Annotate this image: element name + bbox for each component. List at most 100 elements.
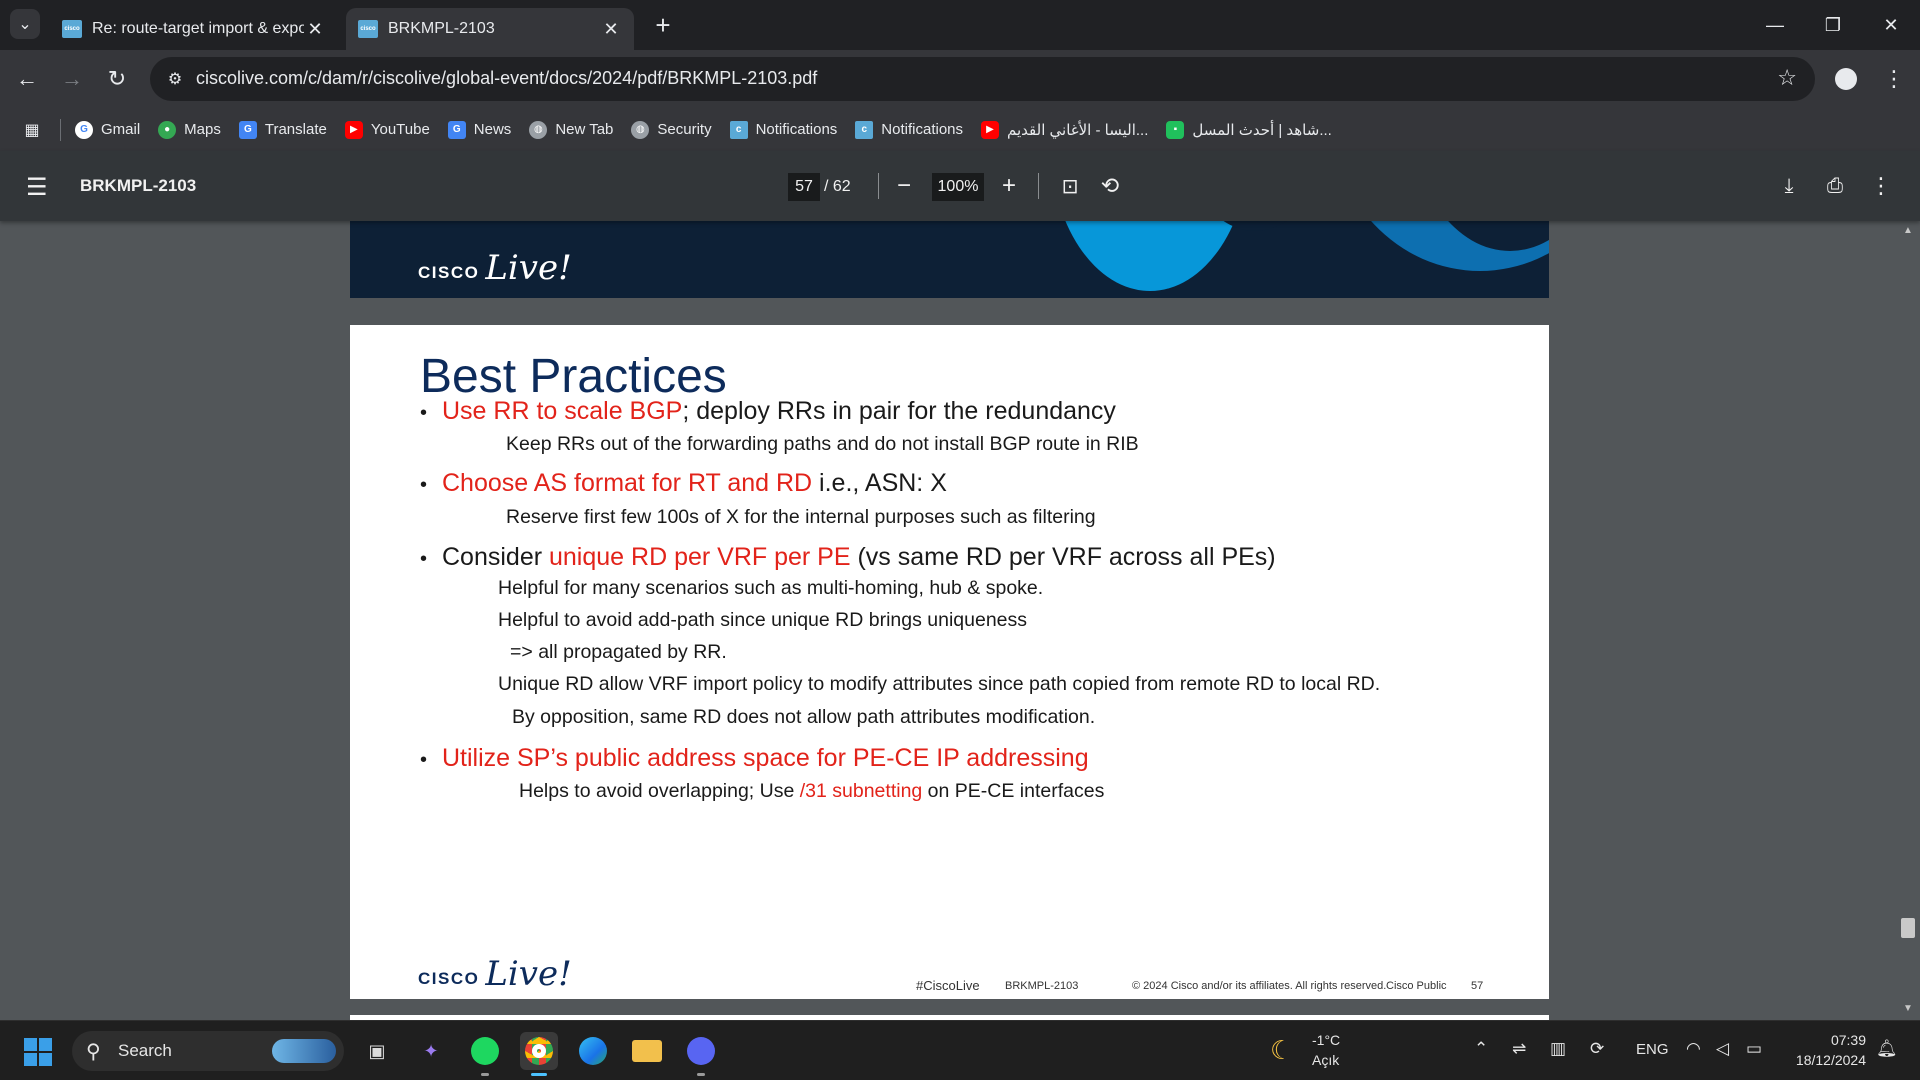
bullet-icon: • xyxy=(420,548,428,570)
sync-icon[interactable]: ⟳ xyxy=(1590,1039,1604,1059)
bookmark-security[interactable]: ◍ Security xyxy=(631,120,712,139)
browser-menu-button[interactable]: ⋮ xyxy=(1878,63,1910,95)
restore-button[interactable]: ❐ xyxy=(1804,0,1862,50)
tab-title: Re: route-target import & export xyxy=(92,20,304,37)
page-number-input[interactable]: 57 xyxy=(788,173,820,201)
bookmark-news[interactable]: G News xyxy=(447,120,512,139)
footer-classification: Cisco Public xyxy=(1386,980,1447,992)
reload-button[interactable]: ↻ xyxy=(100,62,134,96)
bookmark-star-icon[interactable]: ☆ xyxy=(1777,65,1797,91)
bookmark-gmail[interactable]: G Gmail xyxy=(75,120,140,139)
close-icon[interactable]: ✕ xyxy=(304,19,326,40)
sub-point: Helpful for many scenarios such as multi… xyxy=(498,577,1044,599)
rotate-icon: ⟲ xyxy=(1100,173,1120,198)
tab-strip: ⌄ cisco Re: route-target import & export… xyxy=(0,0,1920,50)
logo-cisco-text: CISCO xyxy=(418,969,480,988)
profile-button[interactable] xyxy=(1830,63,1862,95)
taskbar-search[interactable]: ⚲ Search xyxy=(72,1031,344,1071)
clock-time[interactable]: 07:39 xyxy=(1806,1032,1866,1048)
bullet-icon: • xyxy=(420,402,428,424)
edge-app[interactable] xyxy=(574,1032,612,1070)
weather-description[interactable]: Açık xyxy=(1312,1052,1339,1068)
pdf-more-button[interactable]: ⋮ xyxy=(1864,169,1898,203)
sub-text: on PE-CE interfaces xyxy=(922,780,1105,802)
clock-date[interactable]: 18/12/2024 xyxy=(1786,1052,1866,1068)
tab-search-button[interactable]: ⌄ xyxy=(10,9,40,39)
scroll-down-icon[interactable]: ▼ xyxy=(1903,1003,1913,1014)
fit-page-button[interactable]: ⊡ xyxy=(1053,169,1087,203)
task-view-app[interactable]: ▣ xyxy=(358,1032,396,1070)
close-window-button[interactable]: ✕ xyxy=(1862,0,1920,50)
minimize-icon: — xyxy=(1766,14,1784,35)
bookmark-elissa[interactable]: ▶ اليسا - الأغاني القديم... xyxy=(981,120,1148,139)
bullet-icon: • xyxy=(420,474,428,496)
address-bar[interactable]: ⚙ ciscolive.com/c/dam/r/ciscolive/global… xyxy=(150,57,1815,101)
ime-icon[interactable]: ▥ xyxy=(1550,1039,1566,1059)
bullet-icon: • xyxy=(420,749,428,771)
logo-live-text: Live! xyxy=(485,954,572,994)
zoom-in-button[interactable]: + xyxy=(992,169,1026,203)
chevron-up-icon[interactable]: ⌃ xyxy=(1474,1039,1488,1059)
battery-icon[interactable]: ▭ xyxy=(1746,1039,1762,1059)
bullet-1: Use RR to scale BGP; deploy RRs in pair … xyxy=(442,397,1116,426)
footer-page-number: 57 xyxy=(1471,980,1484,992)
scrollbar-thumb[interactable] xyxy=(1901,918,1915,938)
moon-icon[interactable]: ☾ xyxy=(1270,1035,1293,1066)
scrollbar[interactable] xyxy=(1896,221,1920,1020)
volume-icon[interactable]: ◁ xyxy=(1716,1039,1729,1059)
windows-logo-icon xyxy=(39,1038,52,1051)
chrome-app[interactable] xyxy=(520,1032,558,1076)
bookmark-shahid[interactable]: ▪ شاهد | أحدث المسل... xyxy=(1166,120,1332,139)
apps-grid-icon[interactable]: ▦ xyxy=(20,118,44,142)
minimize-button[interactable]: — xyxy=(1746,0,1804,50)
print-button[interactable]: ⎙ xyxy=(1818,169,1852,203)
sliders-icon[interactable]: ⇌ xyxy=(1512,1039,1526,1059)
language-indicator[interactable]: ENG xyxy=(1636,1041,1669,1058)
bookmark-label: News xyxy=(473,121,512,138)
download-icon: ⤓ xyxy=(1784,174,1794,197)
previous-page: CISCO Live! xyxy=(350,221,1549,298)
zoom-input[interactable]: 100% xyxy=(932,173,984,201)
pdf-toolbar: ☰ BRKMPL-2103 57 / 62 − 100% + ⊡ ⟲ ⤓ ⎙ ⋮ xyxy=(0,151,1920,221)
discord-app[interactable] xyxy=(682,1032,720,1076)
site-info-icon[interactable]: ⚙ xyxy=(162,66,188,92)
new-tab-button[interactable]: + xyxy=(648,10,678,40)
wifi-icon[interactable]: ◠ xyxy=(1686,1039,1701,1059)
bookmark-translate[interactable]: G Translate xyxy=(238,120,327,139)
hamburger-menu-icon[interactable]: ☰ xyxy=(26,173,48,202)
bookmark-youtube[interactable]: ▶ YouTube xyxy=(344,120,430,139)
globe-icon: ◍ xyxy=(631,120,650,139)
sub-point: Reserve first few 100s of X for the inte… xyxy=(506,506,1096,528)
weather-temperature[interactable]: -1°C xyxy=(1312,1032,1340,1048)
cisco-favicon-icon: cisco xyxy=(358,20,378,38)
logo-cisco-text: CISCO xyxy=(418,263,480,282)
forward-button[interactable]: → xyxy=(55,62,89,96)
sub-point: Helps to avoid overlapping; Use /31 subn… xyxy=(519,780,1104,803)
bullet-text: (vs same RD per VRF across all PEs) xyxy=(850,543,1276,571)
browser-toolbar: ← → ↻ ⚙ ciscolive.com/c/dam/r/ciscolive/… xyxy=(0,50,1920,108)
back-button[interactable]: ← xyxy=(10,62,44,96)
bookmark-label: YouTube xyxy=(370,121,430,138)
pdf-viewport[interactable]: CISCO Live! Best Practices • Use RR to s… xyxy=(0,221,1920,1020)
close-icon[interactable]: ✕ xyxy=(600,19,622,40)
url-text[interactable]: ciscolive.com/c/dam/r/ciscolive/global-e… xyxy=(196,68,817,89)
notifications-bell-icon[interactable]: 🔔︎ xyxy=(1876,1039,1898,1059)
windows-start-button[interactable] xyxy=(24,1038,52,1066)
translate-icon: G xyxy=(238,120,257,139)
rotate-button[interactable]: ⟲ xyxy=(1093,169,1127,203)
bookmark-new-tab[interactable]: ◍ New Tab xyxy=(529,120,613,139)
bullet-2: Choose AS format for RT and RD i.e., ASN… xyxy=(442,469,947,498)
search-label: Search xyxy=(118,1041,172,1060)
file-explorer-app[interactable] xyxy=(628,1032,666,1070)
tab-route-target[interactable]: cisco Re: route-target import & export ✕ xyxy=(50,8,338,50)
sub-point: Unique RD allow VRF import policy to mod… xyxy=(498,673,1381,695)
spotify-app[interactable] xyxy=(466,1032,504,1076)
bookmark-notifications-2[interactable]: c Notifications xyxy=(855,120,963,139)
download-button[interactable]: ⤓ xyxy=(1772,169,1806,203)
bookmark-notifications-1[interactable]: c Notifications xyxy=(729,120,837,139)
tab-brkmpl[interactable]: cisco BRKMPL-2103 ✕ xyxy=(346,8,634,50)
zoom-out-button[interactable]: − xyxy=(887,169,921,203)
scroll-up-icon[interactable]: ▲ xyxy=(1903,225,1913,236)
copilot-app[interactable]: ✦ xyxy=(412,1032,450,1070)
bookmark-maps[interactable]: ● Maps xyxy=(158,120,221,139)
